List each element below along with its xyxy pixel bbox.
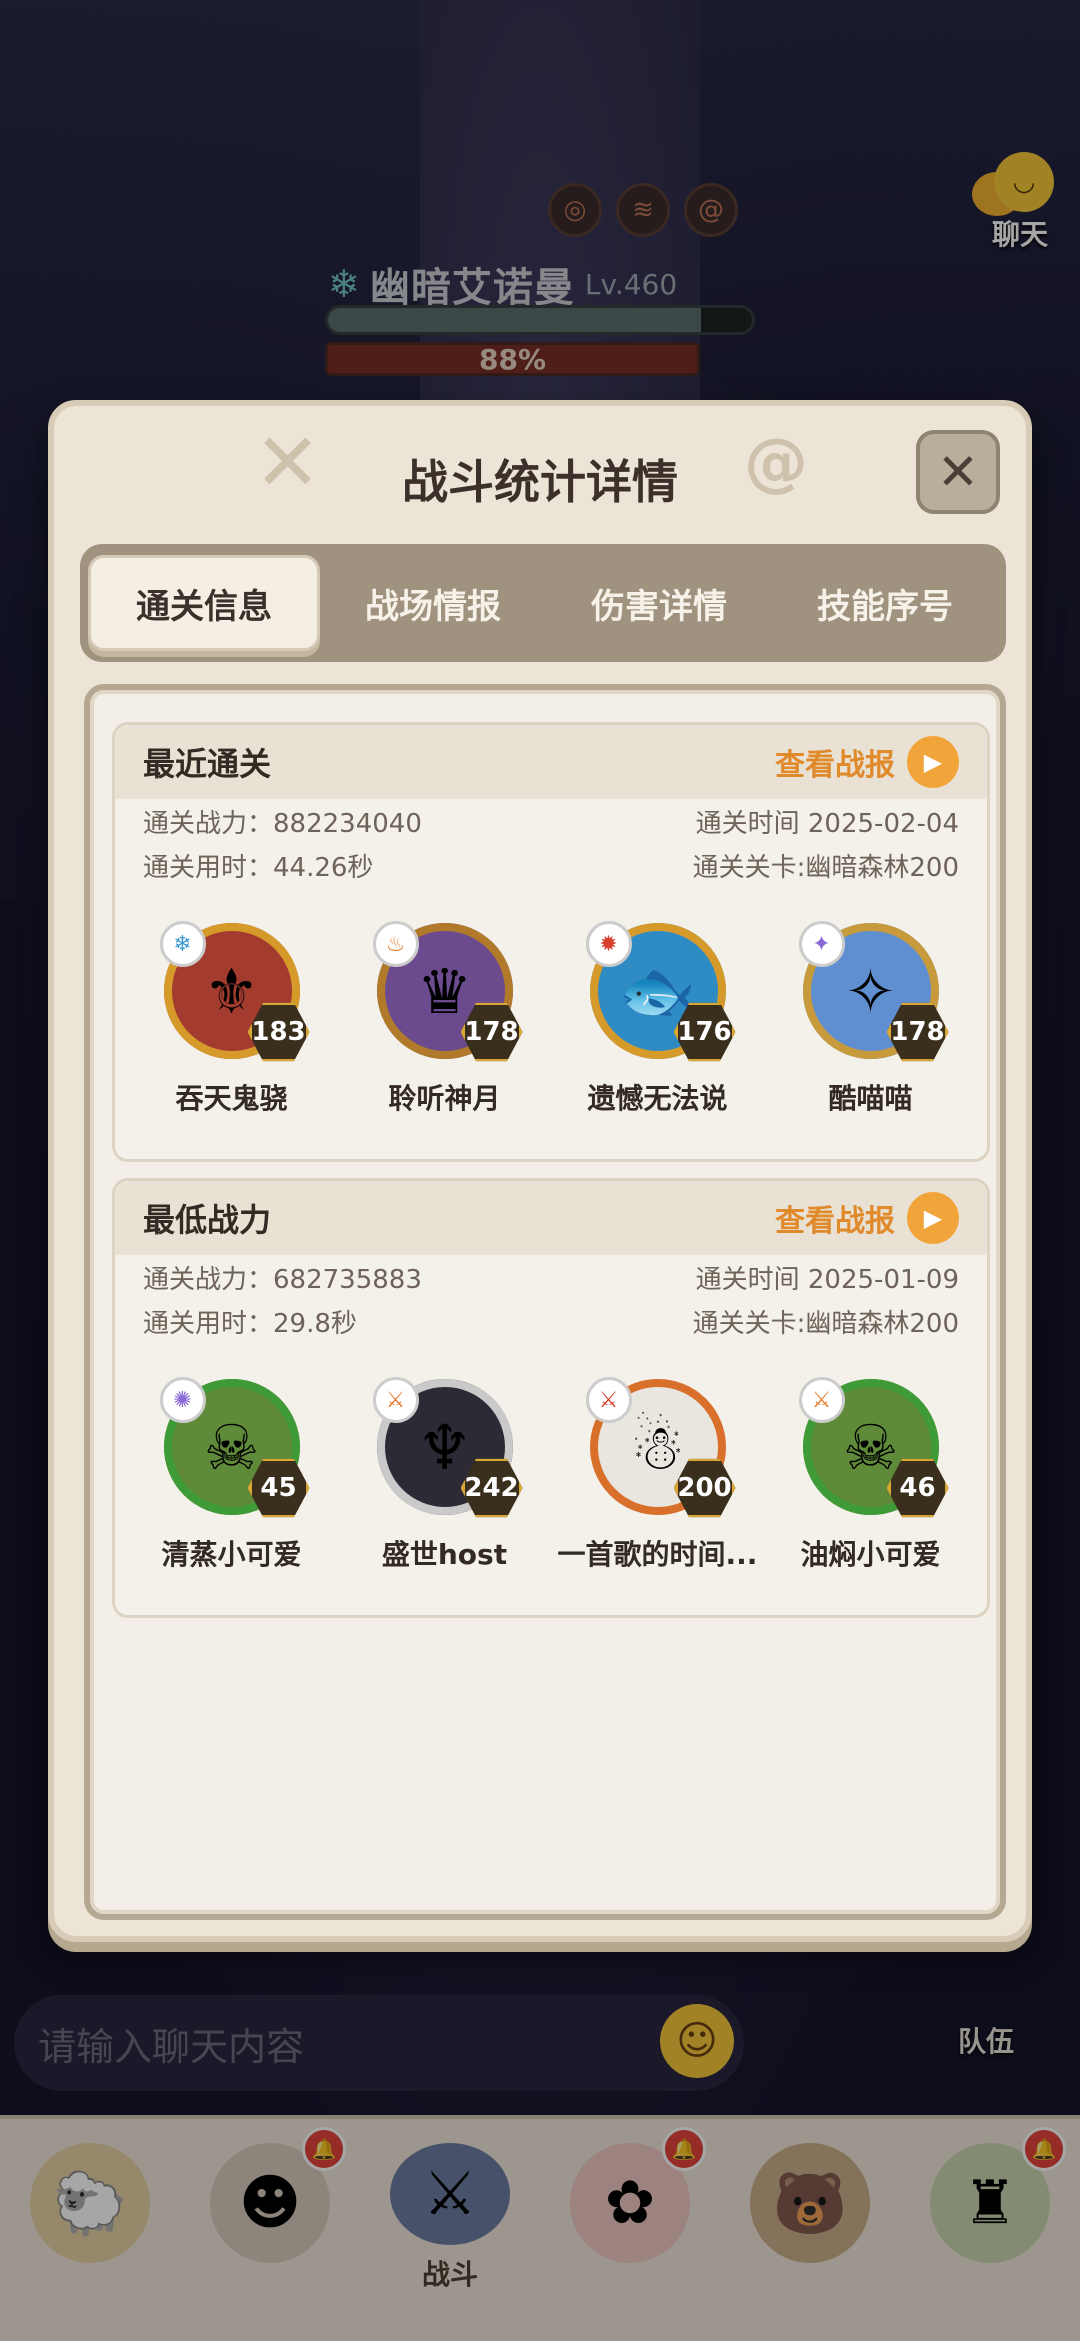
hero-card[interactable]: ✧ ✦ 178 酷喵喵 bbox=[771, 921, 971, 1117]
clear-stage: 通关关卡:幽暗森林200 bbox=[692, 852, 959, 883]
battle-stats-dialog: ✕ @ 战斗统计详情 ✕ 通关信息 战场情报 伤害详情 技能序号 最近通关 查看… bbox=[48, 400, 1032, 1942]
section-recent-clear: 最近通关 查看战报 ▶ 通关战力：882234040 通关时间 2025-02-… bbox=[112, 722, 990, 1162]
tab-damage-details[interactable]: 伤害详情 bbox=[546, 555, 772, 651]
hero-name: 吞天鬼骁 bbox=[175, 1082, 288, 1115]
hero-portrait-seal-icon: ☃ ⚔ 200 bbox=[585, 1377, 736, 1518]
hero-portrait-fish-icon: 🐟 ✹ 176 bbox=[585, 921, 736, 1062]
hero-card[interactable]: ☃ ⚔ 200 一首歌的时间... bbox=[557, 1377, 758, 1573]
view-report-label: 查看战报 bbox=[775, 1204, 895, 1239]
arcane-element-icon: ✦ bbox=[798, 921, 845, 967]
tab-skill-order[interactable]: 技能序号 bbox=[772, 555, 998, 651]
sword-element-icon: ⚔ bbox=[585, 1377, 632, 1423]
hero-card[interactable]: 🐟 ✹ 176 遗憾无法说 bbox=[558, 921, 758, 1117]
section-title: 最低战力 bbox=[143, 1201, 272, 1239]
tab-clear-info[interactable]: 通关信息 bbox=[88, 555, 320, 651]
clear-time: 通关时间 2025-02-04 bbox=[695, 808, 959, 839]
hero-portrait-dragon-icon: ♆ ⚔ 242 bbox=[372, 1377, 523, 1518]
hero-name: 遗憾无法说 bbox=[587, 1082, 728, 1115]
hero-portrait-knight-icon: ✧ ✦ 178 bbox=[798, 921, 949, 1062]
section-lowest-power: 最低战力 查看战报 ▶ 通关战力：682735883 通关时间 2025-01-… bbox=[112, 1178, 990, 1618]
arcane-element-icon: ✺ bbox=[159, 1377, 206, 1423]
clear-power: 通关战力：682735883 bbox=[143, 1264, 422, 1295]
info-row: 通关用时：44.26秒 通关关卡:幽暗森林200 bbox=[115, 843, 987, 887]
hero-card[interactable]: ⚜ ❄ 183 吞天鬼骁 bbox=[132, 921, 332, 1117]
view-report-label: 查看战报 bbox=[775, 748, 895, 783]
hero-portrait-skull-icon: ☠ ⚔ 46 bbox=[798, 1377, 949, 1518]
hero-portrait-warrior-icon: ⚜ ❄ 183 bbox=[159, 921, 310, 1062]
hero-portrait-skull-icon: ☠ ✺ 45 bbox=[159, 1377, 310, 1518]
hero-name: 盛世host bbox=[381, 1538, 508, 1571]
info-row: 通关用时：29.8秒 通关关卡:幽暗森林200 bbox=[115, 1299, 987, 1343]
clear-time: 通关时间 2025-01-09 bbox=[695, 1264, 959, 1295]
close-icon: ✕ bbox=[937, 443, 979, 501]
info-row: 通关战力：882234040 通关时间 2025-02-04 bbox=[115, 799, 987, 843]
hero-name: 一首歌的时间... bbox=[557, 1538, 758, 1571]
play-icon: ▶ bbox=[907, 1192, 959, 1244]
section-header: 最低战力 查看战报 ▶ bbox=[115, 1181, 987, 1255]
hero-list: ⚜ ❄ 183 吞天鬼骁 ♛ ♨ 178 聆听神月 🐟 ✹ 176 遗憾无法说 … bbox=[115, 887, 987, 1117]
fire-element-icon: ♨ bbox=[372, 921, 419, 967]
tab-battlefield-intel[interactable]: 战场情报 bbox=[320, 555, 546, 651]
hero-name: 清蒸小可爱 bbox=[161, 1538, 302, 1571]
tab-bar: 通关信息 战场情报 伤害详情 技能序号 bbox=[80, 544, 1006, 662]
hero-portrait-witch-icon: ♛ ♨ 178 bbox=[372, 921, 523, 1062]
sword-element-icon: ⚔ bbox=[798, 1377, 845, 1423]
hero-card[interactable]: ♛ ♨ 178 聆听神月 bbox=[345, 921, 545, 1117]
play-icon: ▶ bbox=[907, 736, 959, 788]
clear-power: 通关战力：882234040 bbox=[143, 808, 422, 839]
hero-list: ☠ ✺ 45 清蒸小可爱 ♆ ⚔ 242 盛世host ☃ ⚔ 200 一首歌的… bbox=[115, 1343, 987, 1573]
view-report-button[interactable]: 查看战报 ▶ bbox=[775, 736, 959, 788]
hero-card[interactable]: ♆ ⚔ 242 盛世host bbox=[345, 1377, 545, 1573]
fire-element-icon: ✹ bbox=[585, 921, 632, 967]
section-title: 最近通关 bbox=[143, 745, 272, 783]
hero-card[interactable]: ☠ ⚔ 46 油焖小可爱 bbox=[771, 1377, 971, 1573]
hero-name: 聆听神月 bbox=[388, 1082, 501, 1115]
hero-name: 酷喵喵 bbox=[828, 1082, 913, 1115]
hero-card[interactable]: ☠ ✺ 45 清蒸小可爱 bbox=[132, 1377, 332, 1573]
dialog-title: 战斗统计详情 bbox=[402, 455, 678, 509]
info-row: 通关战力：682735883 通关时间 2025-01-09 bbox=[115, 1255, 987, 1299]
view-report-button[interactable]: 查看战报 ▶ bbox=[775, 1192, 959, 1244]
section-header: 最近通关 查看战报 ▶ bbox=[115, 725, 987, 799]
close-button[interactable]: ✕ bbox=[916, 430, 1000, 514]
clear-stage: 通关关卡:幽暗森林200 bbox=[692, 1308, 959, 1339]
sword-element-icon: ⚔ bbox=[372, 1377, 419, 1423]
ice-element-icon: ❄ bbox=[159, 921, 206, 967]
clear-duration: 通关用时：29.8秒 bbox=[143, 1308, 357, 1339]
clear-duration: 通关用时：44.26秒 bbox=[143, 852, 374, 883]
content-panel: 最近通关 查看战报 ▶ 通关战力：882234040 通关时间 2025-02-… bbox=[84, 684, 1006, 1920]
hero-name: 油焖小可爱 bbox=[800, 1538, 941, 1571]
